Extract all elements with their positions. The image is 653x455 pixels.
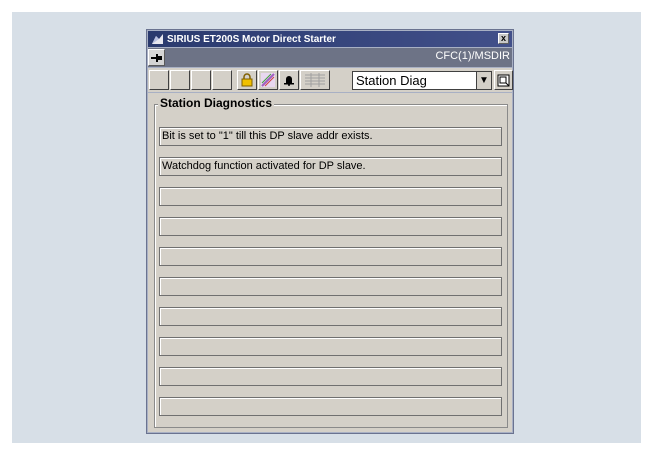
window-title: SIRIUS ET200S Motor Direct Starter <box>167 33 336 45</box>
title-bar[interactable]: SIRIUS ET200S Motor Direct Starter x <box>148 31 512 47</box>
diag-row <box>159 187 502 206</box>
faceplate-window: SIRIUS ET200S Motor Direct Starter x CFC… <box>146 29 514 434</box>
alarm-button[interactable] <box>279 70 299 90</box>
diag-row <box>159 277 502 296</box>
diag-row <box>159 337 502 356</box>
diag-row <box>159 307 502 326</box>
sensor-button[interactable] <box>258 70 278 90</box>
sensor-icon <box>261 73 275 87</box>
instance-name: CFC(1)/MSDIR <box>435 50 510 62</box>
diagnostics-panel: Station Diagnostics Bit is set to "1" ti… <box>148 93 512 432</box>
app-icon <box>150 32 164 46</box>
toolbar-button-2[interactable] <box>170 70 190 90</box>
close-button[interactable]: x <box>498 33 509 44</box>
diag-row <box>159 397 502 416</box>
diag-row <box>159 217 502 236</box>
diag-row: Watchdog function activated for DP slave… <box>159 157 502 176</box>
station-diagnostics-group: Station Diagnostics Bit is set to "1" ti… <box>154 96 508 428</box>
bell-icon <box>284 76 294 86</box>
pin-icon <box>150 53 162 62</box>
diag-row: Bit is set to "1" till this DP slave add… <box>159 127 502 146</box>
chevron-down-icon[interactable]: ▼ <box>476 72 491 89</box>
diag-row <box>159 247 502 266</box>
lock-icon <box>241 73 253 87</box>
toolbar-button-3[interactable] <box>191 70 211 90</box>
instance-bar: CFC(1)/MSDIR <box>148 48 512 67</box>
grid-icon <box>305 73 325 87</box>
lock-button[interactable] <box>237 70 257 90</box>
view-select[interactable]: Station Diag ▼ <box>352 71 492 90</box>
toolbar: Station Diag ▼ <box>148 68 513 92</box>
pin-button[interactable] <box>148 49 165 66</box>
view-select-value: Station Diag <box>356 73 427 88</box>
restore-icon <box>497 74 510 86</box>
restore-button[interactable] <box>494 70 513 90</box>
toolbar-button-1[interactable] <box>149 70 169 90</box>
group-title: Station Diagnostics <box>158 96 275 110</box>
toolbar-button-4[interactable] <box>212 70 232 90</box>
diag-row <box>159 367 502 386</box>
trend-button[interactable] <box>300 70 330 90</box>
